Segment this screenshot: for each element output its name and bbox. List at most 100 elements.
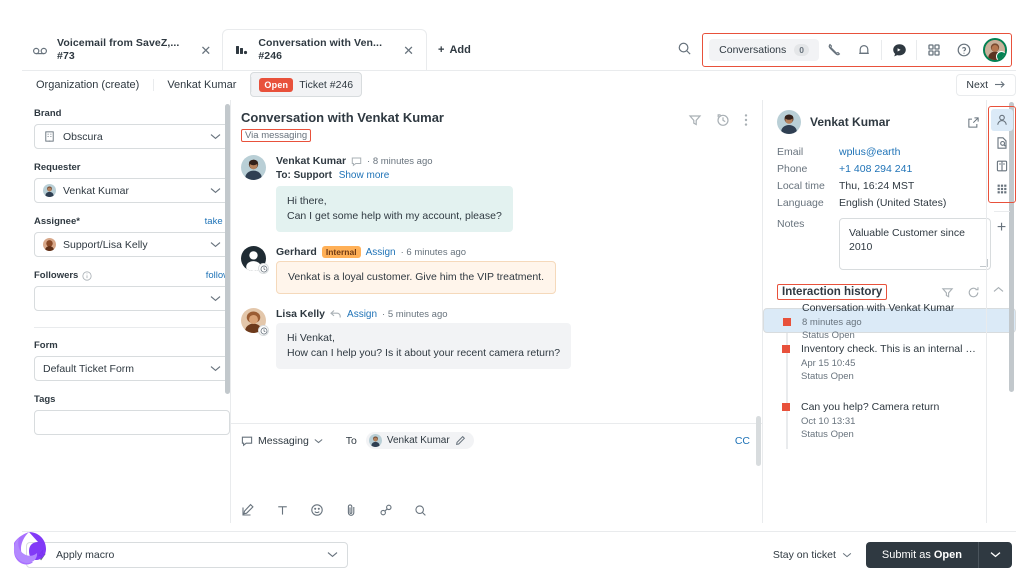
list-item[interactable]: Conversation with Venkat Kumar 8 minutes… [763,302,1016,341]
message-body: Gerhard Internal Assign · 6 minutes ago … [276,246,748,294]
detail-row: Email wplus@earth [763,143,1016,160]
footer-bar: Apply macro Stay on ticket Submit as Ope… [22,531,1016,577]
conversation-header-actions [688,110,748,127]
list-item[interactable]: Inventory check. This is an internal onl… [763,333,1016,391]
message-bubble: Venkat is a loyal customer. Give him the… [276,261,557,294]
breadcrumb-ticket[interactable]: Open Ticket #246 [250,72,363,97]
list-item[interactable]: Can you help? Camera return Oct 10 13:31… [763,391,1016,449]
more-vertical-icon[interactable] [744,113,748,127]
brand-logo [8,529,50,571]
assign-link[interactable]: Assign [347,309,377,320]
item-date: Apr 15 10:45 [801,358,856,369]
field-followers: Followers follow [34,270,230,311]
apps-grid-icon[interactable] [991,178,1013,200]
message-bubble: Hi Venkat, How can I help you? Is it abo… [276,323,572,369]
chevron-down-icon [210,133,221,140]
email-value[interactable]: wplus@earth [839,146,900,158]
form-select[interactable]: Default Ticket Form [34,356,230,381]
macro-label: Apply macro [56,548,115,561]
conversation-scrollbar[interactable] [756,416,761,466]
submit-dropdown-button[interactable] [979,542,1012,568]
channel-selector[interactable]: Messaging [241,435,323,447]
text-format-icon[interactable] [276,504,289,517]
assignee-select[interactable]: Support/Lisa Kelly [34,232,230,257]
pencil-icon[interactable] [455,435,466,446]
grid-apps-icon[interactable] [919,36,949,64]
chat-bubble-icon[interactable] [884,36,914,64]
followers-select[interactable] [34,286,230,311]
emoji-icon[interactable] [310,503,324,517]
internal-badge: Internal [321,246,361,258]
status-badge: Open [259,77,294,92]
to-label: To: Support [276,170,332,181]
divider [916,40,917,60]
link-icon[interactable] [379,503,393,517]
refresh-icon[interactable] [967,286,980,299]
requester-select[interactable]: Venkat Kumar [34,178,230,203]
field-form: Form Default Ticket Form [34,340,230,381]
phone-value[interactable]: +1 408 294 241 [839,163,912,175]
ticket-label: Ticket #246 [299,78,354,91]
close-icon[interactable]: ✕ [188,44,211,57]
field-assignee: Assignee* take it Support/Lisa Kelly [34,216,230,257]
add-tab-button[interactable]: + Add [426,30,483,70]
next-label: Next [966,78,988,91]
add-tab-label: Add [449,44,471,56]
message-time: · 6 minutes ago [400,246,467,258]
reply-arrow-icon [330,309,342,319]
apply-macro-select[interactable]: Apply macro [26,541,348,568]
conversation-channel-label: Via messaging [241,129,312,142]
ticket-properties-sidebar: Brand Obscura Requester Venkat Kumar Ass… [22,100,230,523]
knowledge-book-icon[interactable] [991,155,1013,177]
form-value: Default Ticket Form [43,362,135,375]
user-avatar[interactable] [983,38,1007,62]
channel-label: Messaging [258,434,309,447]
composer-textarea[interactable] [241,449,750,501]
tab-title: Conversation with Ven... [258,37,383,49]
stay-label: Stay on ticket [772,548,836,561]
chevron-down-icon [210,295,221,302]
bell-icon[interactable] [849,36,879,64]
message-header: Gerhard Internal Assign · 6 minutes ago [276,246,748,258]
filter-icon[interactable] [688,113,702,127]
breadcrumb-requester[interactable]: Venkat Kumar [153,75,250,95]
user-profile-icon[interactable] [990,109,1013,131]
stay-on-ticket-select[interactable]: Stay on ticket [773,549,852,561]
tab-conversation[interactable]: Conversation with Ven... #246 ✕ [223,30,426,70]
search-icon[interactable] [414,504,427,517]
history-clock-icon[interactable] [716,113,730,127]
phone-icon[interactable] [819,36,849,64]
conversation-icon [233,42,249,58]
assign-link[interactable]: Assign [366,247,396,258]
breadcrumb: Organization (create) Venkat Kumar Open … [22,70,1016,98]
cc-button[interactable]: CC [735,435,750,447]
close-icon[interactable]: ✕ [391,44,414,57]
customer-name: Venkat Kumar [810,115,891,129]
conversations-button[interactable]: Conversations 0 [709,39,819,61]
recipient-chip[interactable]: Venkat Kumar [365,432,474,449]
status-dot-icon [782,403,790,411]
info-icon[interactable] [82,270,92,281]
external-link-icon[interactable] [967,116,980,129]
tags-input[interactable] [34,410,230,435]
avatar-venkat [368,434,382,447]
search-icon[interactable] [677,41,692,56]
attachment-icon[interactable] [345,503,358,517]
compose-icon[interactable] [241,503,255,517]
submit-button[interactable]: Submit as Open [866,542,978,568]
item-title: Conversation with Venkat Kumar [802,301,955,314]
help-circle-icon[interactable] [949,36,979,64]
filter-icon[interactable] [941,286,954,299]
next-button[interactable]: Next [956,73,1016,96]
breadcrumb-organization[interactable]: Organization (create) [22,75,153,95]
tab-voicemail[interactable]: Voicemail from SaveZ,... #73 ✕ [22,30,223,70]
brand-select[interactable]: Obscura [34,124,230,149]
add-app-button[interactable]: + [997,220,1006,236]
field-label: Followers follow [34,270,230,281]
document-search-icon[interactable] [991,132,1013,154]
message-item: Lisa Kelly Assign · 5 minutes ago Hi Ven… [241,308,748,369]
composer-header: Messaging To Venkat Kumar CC [241,432,750,449]
notes-textarea[interactable]: Valuable Customer since 2010 [839,217,991,270]
show-more-link[interactable]: Show more [339,170,390,181]
divider [993,211,1010,212]
